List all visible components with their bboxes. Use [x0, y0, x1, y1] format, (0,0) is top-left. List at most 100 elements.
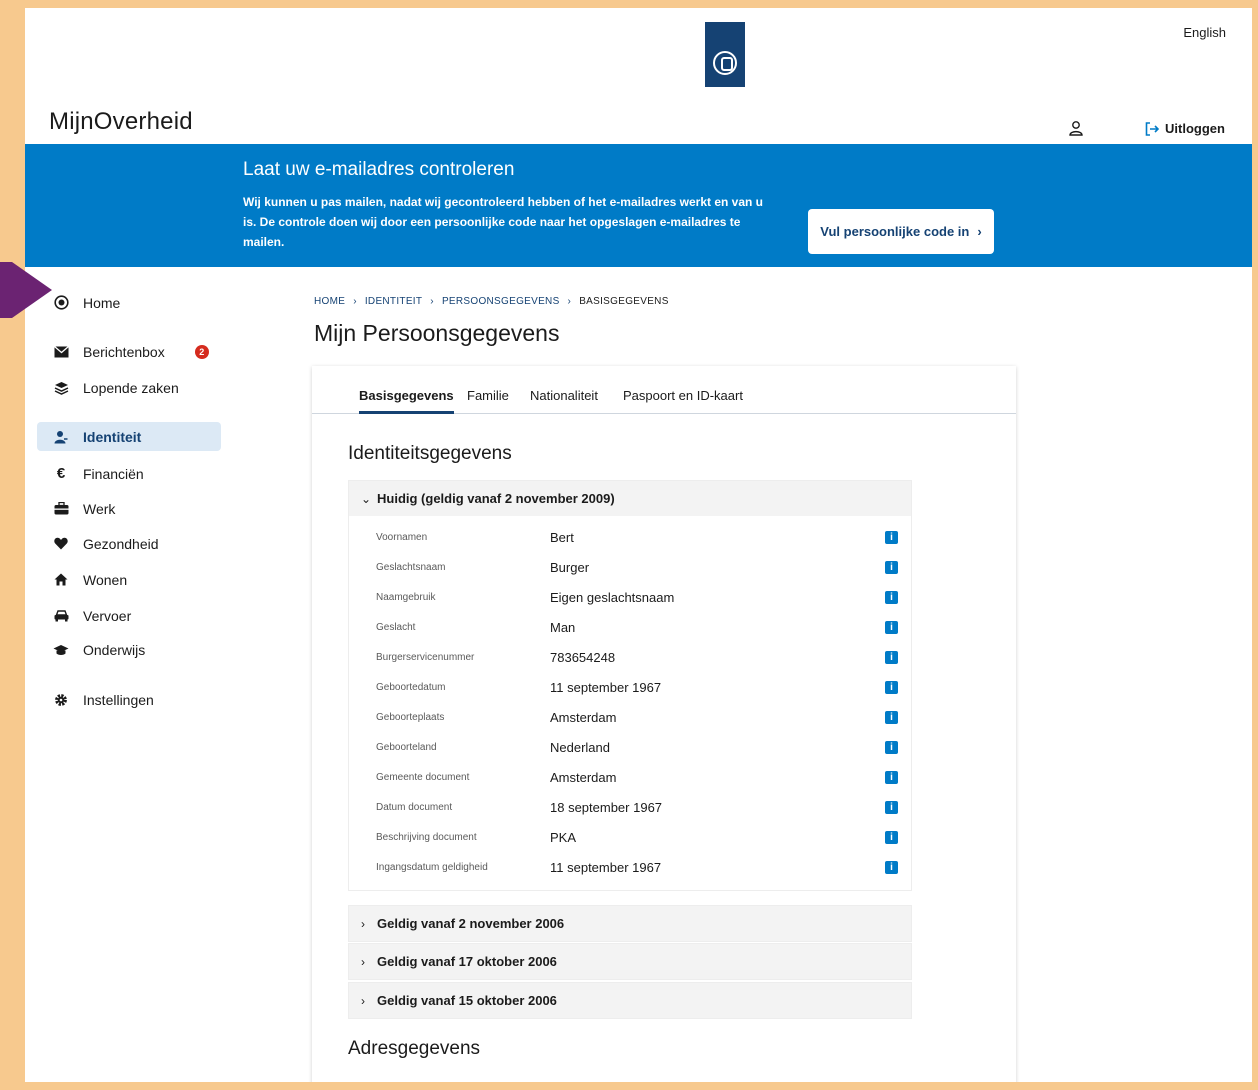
- sidebar-item-label: Lopende zaken: [83, 379, 179, 396]
- logout-label: Uitloggen: [1165, 121, 1225, 136]
- profile-icon[interactable]: [1068, 120, 1084, 136]
- highlight-arrow-head: [12, 262, 52, 318]
- info-icon[interactable]: i: [885, 530, 898, 544]
- section-title: Identiteitsgegevens: [348, 443, 512, 464]
- accordion-header-history[interactable]: › Geldig vanaf 15 oktober 2006: [349, 983, 911, 1018]
- unread-badge: 2: [194, 344, 209, 359]
- detail-row: Geboortedatum 11 september 1967 i: [349, 672, 911, 702]
- sidebar-item-onderwijs[interactable]: Onderwijs: [37, 635, 221, 664]
- detail-value: 18 september 1967: [550, 799, 663, 815]
- detail-label: Datum document: [376, 801, 453, 813]
- breadcrumb: HOME › IDENTITEIT › PERSOONSGEGEVENS › B…: [314, 296, 669, 307]
- info-icon[interactable]: i: [885, 560, 898, 574]
- accordion-history: › Geldig vanaf 15 oktober 2006: [348, 982, 912, 1019]
- sidebar-item-lopende-zaken[interactable]: Lopende zaken: [37, 373, 221, 402]
- sidebar-item-instellingen[interactable]: Instellingen: [37, 685, 221, 714]
- breadcrumb-identiteit[interactable]: IDENTITEIT: [365, 296, 422, 307]
- detail-row: Ingangsdatum geldigheid 11 september 1967…: [349, 852, 911, 882]
- sidebar-item-label: Vervoer: [83, 607, 132, 624]
- detail-row: Geslacht Man i: [349, 612, 911, 642]
- target-icon: [53, 295, 69, 311]
- detail-row: Geslachtsnaam Burger i: [349, 552, 911, 582]
- heart-icon: [53, 536, 69, 552]
- content-card: Basisgegevens Familie Nationaliteit Pasp…: [312, 366, 1016, 1082]
- accordion-heading: Geldig vanaf 17 oktober 2006: [377, 954, 557, 969]
- accordion-heading: Huidig (geldig vanaf 2 november 2009): [377, 491, 615, 506]
- tab-paspoort[interactable]: Paspoort en ID-kaart: [623, 388, 743, 411]
- detail-row: Voornamen Bert i: [349, 522, 911, 552]
- info-icon[interactable]: i: [885, 740, 898, 754]
- sidebar-item-label: Identiteit: [83, 428, 142, 445]
- chevron-down-icon: ⌄: [361, 491, 372, 506]
- accordion-heading: Geldig vanaf 2 november 2006: [377, 916, 565, 931]
- accordion-header-history[interactable]: › Geldig vanaf 2 november 2006: [349, 906, 911, 941]
- detail-value: Burger: [550, 559, 590, 575]
- accordion-history: › Geldig vanaf 17 oktober 2006: [348, 943, 912, 980]
- sidebar-item-label: Financiën: [83, 465, 144, 482]
- detail-value: Amsterdam: [550, 709, 617, 725]
- sidebar-item-werk[interactable]: Werk: [37, 494, 221, 523]
- site-brand[interactable]: MijnOverheid: [49, 108, 193, 136]
- info-icon[interactable]: i: [885, 650, 898, 664]
- sidebar-item-identiteit[interactable]: Identiteit: [37, 422, 221, 451]
- breadcrumb-home[interactable]: HOME: [314, 296, 345, 307]
- enter-code-label: Vul persoonlijke code in: [820, 224, 970, 239]
- accordion-header-history[interactable]: › Geldig vanaf 17 oktober 2006: [349, 944, 911, 979]
- sidebar-item-label: Onderwijs: [83, 641, 146, 658]
- detail-label: Geboortedatum: [376, 681, 446, 693]
- sidebar-item-berichtenbox[interactable]: Berichtenbox 2: [37, 337, 221, 366]
- address-section-title: Adresgegevens: [348, 1038, 481, 1059]
- accordion-header-current[interactable]: ⌄ Huidig (geldig vanaf 2 november 2009): [349, 481, 911, 516]
- banner-text: Wij kunnen u pas mailen, nadat wij gecon…: [243, 195, 764, 249]
- chevron-right-icon: ›: [361, 954, 365, 969]
- chevron-right-icon: ›: [977, 224, 982, 239]
- graduation-cap-icon: [53, 642, 69, 658]
- detail-value: Man: [550, 619, 576, 635]
- sidebar-item-label: Werk: [83, 500, 116, 517]
- detail-row: Naamgebruik Eigen geslachtsnaam i: [349, 582, 911, 612]
- gear-icon: [53, 692, 69, 708]
- sidebar-item-label: Berichtenbox: [83, 343, 165, 360]
- detail-value: 11 september 1967: [550, 859, 662, 875]
- info-icon[interactable]: i: [885, 680, 898, 694]
- sidebar-item-vervoer[interactable]: Vervoer: [37, 601, 221, 630]
- detail-label: Geslachtsnaam: [376, 561, 446, 573]
- logout-button[interactable]: Uitloggen: [1145, 121, 1225, 136]
- detail-row: Burgerservicenummer 783654248 i: [349, 642, 911, 672]
- breadcrumb-separator: ›: [567, 296, 572, 307]
- breadcrumb-persoonsgegevens[interactable]: PERSOONSGEGEVENS: [442, 296, 560, 307]
- detail-label: Geboorteland: [376, 741, 437, 753]
- sidebar-item-label: Wonen: [83, 571, 128, 588]
- info-icon[interactable]: i: [885, 770, 898, 784]
- tab-nationaliteit[interactable]: Nationaliteit: [530, 388, 598, 411]
- detail-label: Beschrijving document: [376, 831, 477, 843]
- tab-basisgegevens[interactable]: Basisgegevens: [359, 388, 454, 414]
- sidebar-item-gezondheid[interactable]: Gezondheid: [37, 529, 221, 558]
- info-icon[interactable]: i: [885, 800, 898, 814]
- rijksoverheid-logo: [705, 22, 745, 87]
- tab-bar: Basisgegevens Familie Nationaliteit Pasp…: [312, 366, 1016, 414]
- user-icon: [53, 429, 69, 445]
- chevron-right-icon: ›: [361, 993, 365, 1008]
- detail-label: Geslacht: [376, 621, 416, 633]
- info-icon[interactable]: i: [885, 710, 898, 724]
- highlight-arrow: [0, 262, 12, 318]
- email-verify-banner: Laat uw e-mailadres controleren Wij kunn…: [25, 144, 1252, 267]
- info-icon[interactable]: i: [885, 620, 898, 634]
- enter-code-button[interactable]: Vul persoonlijke code in ›: [808, 209, 994, 254]
- sidebar-item-wonen[interactable]: Wonen: [37, 565, 221, 594]
- sidebar-item-label: Home: [83, 294, 121, 311]
- sidebar-item-financien[interactable]: € Financiën: [37, 459, 221, 488]
- accordion-current: ⌄ Huidig (geldig vanaf 2 november 2009) …: [348, 480, 912, 891]
- info-icon[interactable]: i: [885, 860, 898, 874]
- tab-familie[interactable]: Familie: [467, 388, 509, 411]
- detail-value: Amsterdam: [550, 769, 617, 785]
- language-switch[interactable]: English: [1183, 25, 1226, 40]
- info-icon[interactable]: i: [885, 590, 898, 604]
- car-icon: [53, 608, 69, 624]
- logout-icon: [1145, 121, 1159, 136]
- info-icon[interactable]: i: [885, 830, 898, 844]
- sidebar-item-home[interactable]: Home: [37, 288, 221, 317]
- detail-value: PKA: [550, 829, 577, 845]
- detail-row: Geboorteland Nederland i: [349, 732, 911, 762]
